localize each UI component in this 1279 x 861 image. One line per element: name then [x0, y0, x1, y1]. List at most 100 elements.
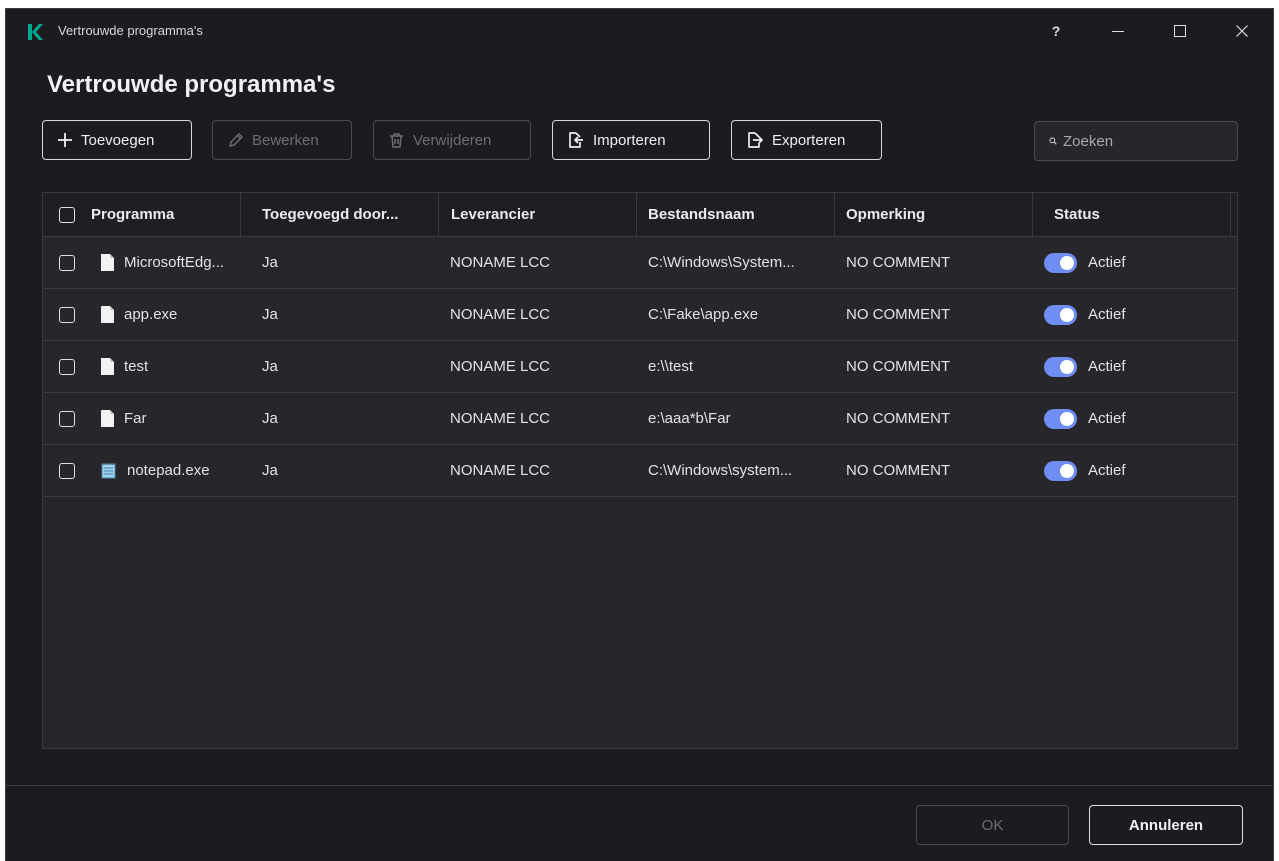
column-header-filename[interactable]: Bestandsnaam	[637, 193, 835, 236]
status-cell: Actief	[1044, 237, 1126, 288]
maximize-icon	[1174, 25, 1186, 37]
help-icon: ?	[1051, 23, 1061, 39]
comment-cell: NO COMMENT	[846, 462, 951, 479]
vendor-cell: NONAME LCC	[450, 358, 551, 375]
minimize-button[interactable]	[1095, 16, 1141, 46]
table-row[interactable]: app.exe Ja NONAME LCC C:\Fake\app.exe NO…	[43, 289, 1237, 341]
program-name: test	[124, 358, 149, 375]
status-toggle[interactable]	[1044, 408, 1077, 429]
plus-icon	[58, 133, 72, 147]
table-row[interactable]: Far Ja NONAME LCC e:\aaa*b\Far NO COMMEN…	[43, 393, 1237, 445]
table-row[interactable]: MicrosoftEdg... Ja NONAME LCC C:\Windows…	[43, 237, 1237, 289]
select-all-checkbox[interactable]	[59, 206, 75, 223]
status-label: Actief	[1088, 462, 1126, 479]
comment-cell: NO COMMENT	[846, 358, 951, 375]
comment-cell: NO COMMENT	[846, 254, 951, 271]
cancel-button[interactable]: Annuleren	[1089, 805, 1243, 845]
column-header-added-by[interactable]: Toegevoegd door...	[241, 193, 439, 236]
import-icon	[569, 132, 583, 148]
status-cell: Actief	[1044, 393, 1126, 444]
vendor-cell: NONAME LCC	[450, 462, 551, 479]
title-bar: Vertrouwde programma's ?	[6, 9, 1273, 53]
vendor-cell: NONAME LCC	[450, 254, 551, 271]
edit-button[interactable]: Bewerken	[212, 120, 352, 160]
column-header-status[interactable]: Status	[1033, 193, 1231, 236]
status-cell: Actief	[1044, 445, 1126, 496]
column-header-program[interactable]: Programma	[43, 193, 241, 236]
added-by-cell: Ja	[262, 462, 278, 479]
column-header-label: Toegevoegd door...	[262, 206, 399, 223]
programs-table: Programma Toegevoegd door... Leverancier…	[42, 192, 1238, 749]
vendor-cell: NONAME LCC	[450, 306, 551, 323]
window-title: Vertrouwde programma's	[58, 23, 203, 38]
added-by-cell: Ja	[262, 306, 278, 323]
program-cell: app.exe	[59, 289, 177, 340]
row-checkbox[interactable]	[59, 462, 75, 479]
column-header-vendor[interactable]: Leverancier	[439, 193, 637, 236]
status-toggle[interactable]	[1044, 460, 1077, 481]
help-button[interactable]: ?	[1033, 16, 1079, 46]
status-label: Actief	[1088, 306, 1126, 323]
import-button-label: Importeren	[593, 131, 666, 149]
program-cell: Far	[59, 393, 147, 444]
search-icon	[1049, 137, 1057, 145]
row-checkbox[interactable]	[59, 358, 75, 375]
trash-icon	[390, 132, 403, 148]
column-header-comment[interactable]: Opmerking	[835, 193, 1033, 236]
add-button[interactable]: Toevoegen	[42, 120, 192, 160]
column-header-label: Opmerking	[846, 206, 926, 223]
column-header-label: Leverancier	[451, 206, 536, 223]
program-cell: notepad.exe	[59, 445, 210, 496]
added-by-cell: Ja	[262, 410, 278, 427]
delete-button[interactable]: Verwijderen	[373, 120, 531, 160]
close-button[interactable]	[1219, 16, 1265, 46]
maximize-button[interactable]	[1157, 16, 1203, 46]
status-label: Actief	[1088, 254, 1126, 271]
pencil-icon	[229, 132, 243, 147]
comment-cell: NO COMMENT	[846, 306, 951, 323]
vendor-cell: NONAME LCC	[450, 410, 551, 427]
import-button[interactable]: Importeren	[552, 120, 710, 160]
comment-cell: NO COMMENT	[846, 410, 951, 427]
search-input[interactable]	[1063, 132, 1223, 150]
kaspersky-logo-icon	[28, 24, 43, 40]
close-icon	[1236, 25, 1248, 37]
export-icon	[748, 132, 763, 148]
status-toggle[interactable]	[1044, 304, 1077, 325]
added-by-cell: Ja	[262, 254, 278, 271]
row-checkbox[interactable]	[59, 410, 75, 427]
program-name: Far	[124, 410, 147, 427]
column-header-label: Bestandsnaam	[648, 206, 755, 223]
program-name: notepad.exe	[127, 462, 210, 479]
ok-button[interactable]: OK	[916, 805, 1069, 845]
search-box[interactable]	[1034, 121, 1238, 161]
status-toggle[interactable]	[1044, 252, 1077, 273]
row-checkbox[interactable]	[59, 254, 75, 271]
status-cell: Actief	[1044, 289, 1126, 340]
status-label: Actief	[1088, 410, 1126, 427]
filename-cell: C:\Fake\app.exe	[648, 306, 759, 323]
table-row[interactable]: notepad.exe Ja NONAME LCC C:\Windows\sys…	[43, 445, 1237, 497]
column-header-label: Status	[1054, 206, 1100, 223]
edit-button-label: Bewerken	[252, 131, 319, 149]
program-cell: test	[59, 341, 148, 392]
file-icon	[101, 306, 114, 323]
row-checkbox[interactable]	[59, 306, 75, 323]
export-button[interactable]: Exporteren	[731, 120, 882, 160]
status-toggle[interactable]	[1044, 356, 1077, 377]
program-name: MicrosoftEdg...	[124, 254, 225, 271]
filename-cell: e:\aaa*b\Far	[648, 410, 731, 427]
program-cell: MicrosoftEdg...	[59, 237, 224, 288]
notepad-icon	[101, 463, 116, 479]
file-icon	[101, 254, 114, 271]
add-button-label: Toevoegen	[81, 131, 155, 149]
status-label: Actief	[1088, 358, 1126, 375]
added-by-cell: Ja	[262, 358, 278, 375]
filename-cell: C:\Windows\System...	[648, 254, 795, 271]
dialog-window: Vertrouwde programma's ? Vertrouwde prog…	[5, 8, 1274, 861]
delete-button-label: Verwijderen	[413, 131, 492, 149]
export-button-label: Exporteren	[772, 131, 846, 149]
table-header: Programma Toegevoegd door... Leverancier…	[43, 193, 1237, 237]
status-cell: Actief	[1044, 341, 1126, 392]
table-row[interactable]: test Ja NONAME LCC e:\\test NO COMMENT A…	[43, 341, 1237, 393]
